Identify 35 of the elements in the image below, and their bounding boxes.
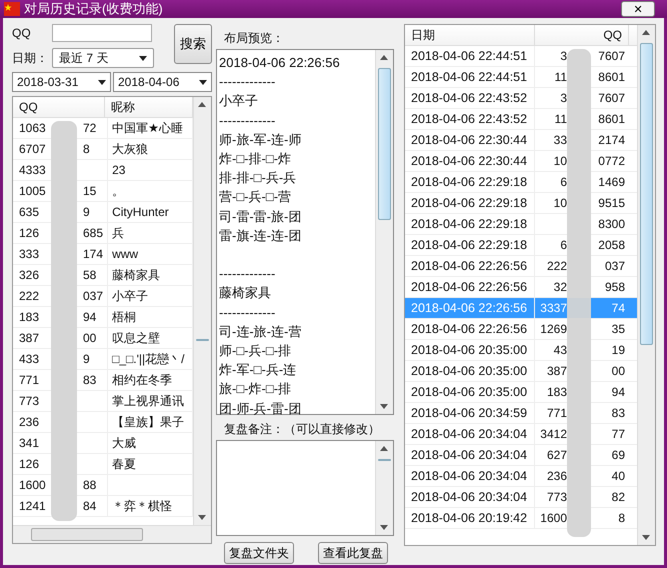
scrollbar[interactable] [637, 25, 655, 545]
scroll-up-icon[interactable] [642, 30, 650, 35]
column-header[interactable]: QQ [13, 97, 105, 117]
scroll-down-icon[interactable] [198, 515, 206, 520]
caret-icon [199, 80, 207, 84]
date-label: 日期： [12, 50, 48, 66]
scroll-down-icon[interactable] [380, 525, 388, 530]
qq-field[interactable] [52, 24, 152, 42]
scroll-up-icon[interactable] [198, 102, 206, 107]
action-button[interactable]: 复盘文件夹 [224, 542, 294, 564]
end-date-picker[interactable]: 2018-04-06 [113, 72, 212, 92]
notes-textarea[interactable] [216, 440, 394, 536]
scroll-down-icon[interactable] [380, 404, 388, 409]
scroll-up-icon[interactable] [380, 446, 388, 451]
flag-icon [4, 2, 20, 16]
start-date-picker[interactable]: 2018-03-31 [12, 72, 111, 92]
preview-textarea[interactable]: 2018-04-06 22:26:56 ------------- 小卒子 ------------- 师-旅-军-连-师 炸-□-排-□-炸 排-排-□-兵-兵 营-□-兵-□-营 司-雷-雷-旅-团 雷-旗-连-连-团 ------------- 藤椅家具 ------------- 司-连-旅-连-营 师-□-兵-□-排 炸-军-□-兵-连 旅-□-炸-□-排 团-师-兵-雷-团 [216, 49, 394, 415]
scrollbar[interactable] [375, 50, 393, 414]
caret-icon [139, 56, 147, 60]
search-button[interactable]: 搜索 [174, 24, 212, 64]
close-button[interactable]: ✕ [621, 1, 655, 17]
scrollbar[interactable] [193, 97, 211, 525]
horizontal-scrollbar[interactable] [13, 525, 211, 543]
scroll-up-icon[interactable] [380, 55, 388, 60]
qq-label: QQ [12, 26, 32, 40]
preview-label: 布局预览： [223, 30, 285, 47]
date-range-dropdown[interactable]: 最近 7 天 [52, 48, 154, 68]
column-header[interactable]: 日期 [405, 25, 535, 45]
scrollbar[interactable] [375, 441, 393, 535]
scroll-down-icon[interactable] [642, 535, 650, 540]
action-button[interactable]: 查看此复盘 [318, 542, 388, 564]
window-title: 对局历史记录(收费功能) [24, 0, 164, 18]
column-header[interactable]: QQ [535, 25, 629, 45]
notes-label: 复盘备注：（可以直接修改） [223, 421, 381, 438]
caret-icon [98, 80, 106, 84]
